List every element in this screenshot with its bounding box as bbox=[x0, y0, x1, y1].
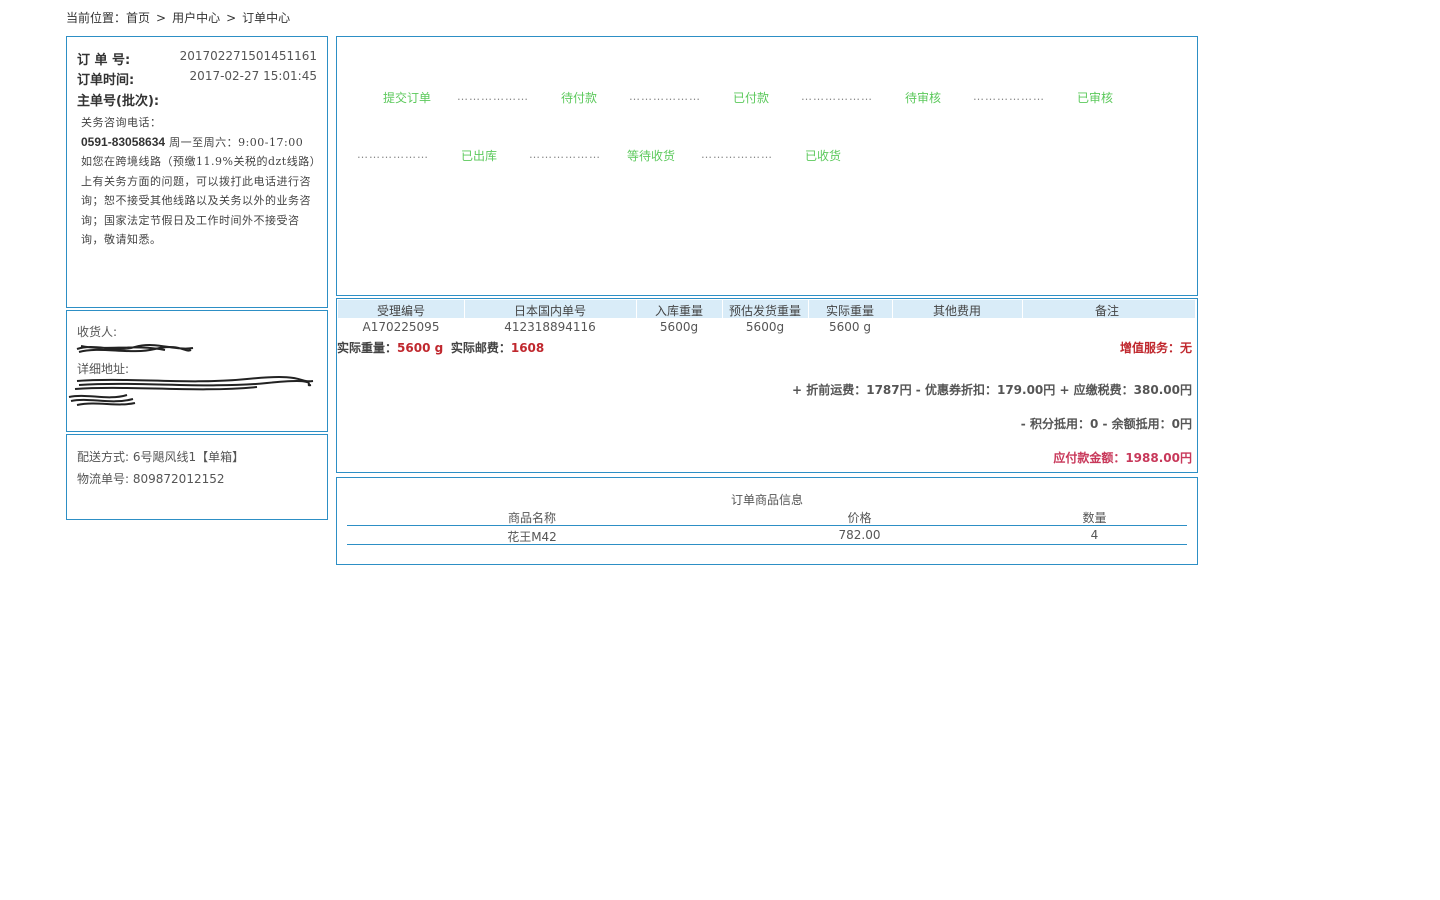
goods-cell-price: 782.00 bbox=[838, 528, 881, 542]
header-divider bbox=[464, 300, 465, 318]
goods-title: 订单商品信息 bbox=[730, 493, 803, 507]
shipping-panel: 配送方式: 6号飓风线1【单箱】 物流单号: 809872012152 bbox=[66, 434, 328, 520]
breadcrumb-home-link[interactable]: 首页 bbox=[126, 11, 150, 25]
tracking-label: 物流单号: bbox=[77, 472, 130, 486]
order-time-value: 2017-02-27 15:01:45 bbox=[189, 69, 317, 83]
actual-postage-value: 1608 bbox=[510, 341, 545, 355]
goods-cell-qty: 4 bbox=[1090, 528, 1099, 542]
step-connector: ……………… bbox=[629, 90, 701, 103]
value-added-value: 无 bbox=[1179, 341, 1192, 355]
step-connector: ……………… bbox=[701, 148, 773, 161]
col-header-acceptance-no: 受理编号 bbox=[376, 304, 425, 318]
tracking-value: 809872012152 bbox=[132, 472, 225, 486]
step-received[interactable]: 已收货 bbox=[805, 147, 841, 164]
shipping-method-label: 配送方式: bbox=[77, 450, 130, 464]
notice-hours: 周一至周六：9:00-17:00 bbox=[165, 135, 304, 149]
step-shipped-out[interactable]: 已出库 bbox=[461, 147, 497, 164]
cell-inbound-weight: 5600g bbox=[659, 320, 699, 334]
cell-jp-domestic-no: 412318894116 bbox=[504, 320, 596, 334]
order-info-panel: 订 单 号: 201702271501451161 订单时间: 2017-02-… bbox=[66, 36, 328, 308]
col-header-remarks: 备注 bbox=[1094, 304, 1119, 318]
actual-weight-value: 5600 g bbox=[397, 341, 444, 355]
breadcrumb: 当前位置：首页 > 用户中心 > 订单中心 bbox=[66, 9, 290, 26]
notice-title: 关务咨询电话： bbox=[81, 116, 162, 129]
order-time-label: 订单时间: bbox=[77, 73, 135, 88]
header-divider bbox=[722, 300, 723, 318]
actual-weight-label: 实际重量： bbox=[337, 341, 398, 355]
step-connector: ……………… bbox=[973, 90, 1045, 103]
redacted-address-scribble bbox=[68, 376, 314, 406]
step-connector: ……………… bbox=[529, 148, 601, 161]
header-divider bbox=[808, 300, 809, 318]
deduction-line: - 积分抵用：0 - 余额抵用：0円 bbox=[1020, 417, 1192, 431]
step-connector: ……………… bbox=[457, 90, 529, 103]
step-awaiting-receipt[interactable]: 等待收货 bbox=[627, 147, 675, 164]
col-header-actual-weight: 实际重量 bbox=[825, 304, 874, 318]
step-submit-order[interactable]: 提交订单 bbox=[383, 89, 431, 106]
goods-panel: 订单商品信息 商品名称 价格 数量 花王M42 782.00 4 bbox=[336, 477, 1198, 565]
breadcrumb-user-center-link[interactable]: 用户中心 bbox=[172, 11, 220, 25]
tracking-number: 物流单号: 809872012152 bbox=[77, 470, 225, 487]
package-table-header: 受理编号 日本国内单号 入库重量 预估发货重量 实际重量 其他费用 备注 bbox=[338, 300, 1195, 318]
total-value: 1988.00円 bbox=[1125, 451, 1192, 465]
redacted-name-scribble bbox=[76, 344, 194, 353]
breadcrumb-separator: > bbox=[226, 11, 237, 25]
shipping-method-value: 6号飓风线1【单箱】 bbox=[132, 450, 245, 464]
step-awaiting-payment[interactable]: 待付款 bbox=[561, 89, 597, 106]
col-header-other-fees: 其他费用 bbox=[932, 304, 981, 318]
header-divider bbox=[1022, 300, 1023, 318]
total-amount: 应付款金额：1988.00円 bbox=[1053, 449, 1192, 466]
col-header-jp-domestic-no: 日本国内单号 bbox=[513, 304, 586, 318]
recipient-panel: 收货人: 详细地址: bbox=[66, 310, 328, 432]
step-connector: ……………… bbox=[357, 148, 429, 161]
shipping-method: 配送方式: 6号飓风线1【单箱】 bbox=[77, 448, 244, 465]
goods-table-header: 商品名称 价格 数量 bbox=[347, 509, 1187, 526]
notice-phone-line: 0591-83058634 周一至周六：9:00-17:00 bbox=[81, 133, 319, 153]
notice-phone: 0591-83058634 bbox=[81, 134, 166, 149]
actual-weight-postage: 实际重量：5600 g 实际邮费：1608 bbox=[337, 339, 544, 356]
header-divider bbox=[892, 300, 893, 318]
step-pending-review[interactable]: 待审核 bbox=[905, 89, 941, 106]
goods-cell-name: 花王M42 bbox=[507, 530, 557, 544]
notice-body: 如您在跨境线路（预缴11.9%关税的dzt线路）上有关务方面的问题，可以拨打此电… bbox=[81, 155, 316, 246]
order-no-value: 201702271501451161 bbox=[179, 49, 317, 63]
col-header-inbound-weight: 入库重量 bbox=[654, 304, 703, 318]
goods-col-name: 商品名称 bbox=[507, 511, 556, 525]
breadcrumb-prefix: 当前位置： bbox=[66, 11, 127, 25]
goods-col-price: 价格 bbox=[847, 511, 872, 525]
recipient-name-label: 收货人: bbox=[77, 325, 118, 339]
order-progress-panel: 提交订单 ……………… 待付款 ……………… 已付款 ……………… 待审核 ……… bbox=[336, 36, 1198, 296]
total-label: 应付款金额： bbox=[1053, 451, 1126, 465]
value-added-label: 增值服务： bbox=[1119, 341, 1180, 355]
cell-acceptance-no: A170225095 bbox=[362, 320, 440, 334]
header-divider bbox=[636, 300, 637, 318]
cell-est-weight: 5600g bbox=[745, 320, 785, 334]
value-added-service: 增值服务：无 bbox=[1120, 339, 1192, 356]
step-paid[interactable]: 已付款 bbox=[733, 89, 769, 106]
cell-actual-weight: 5600 g bbox=[829, 320, 871, 334]
customs-notice: 关务咨询电话： 0591-83058634 周一至周六：9:00-17:00 如… bbox=[81, 113, 319, 250]
breadcrumb-order-center-link[interactable]: 订单中心 bbox=[242, 11, 290, 25]
goods-col-qty: 数量 bbox=[1082, 511, 1107, 525]
master-no-label: 主单号(批次): bbox=[77, 94, 160, 109]
actual-postage-label: 实际邮费： bbox=[450, 341, 511, 355]
breadcrumb-separator: > bbox=[156, 11, 167, 25]
goods-row: 花王M42 782.00 4 bbox=[347, 527, 1187, 545]
fee-breakdown-line: + 折前运费：1787円 - 优惠券折扣：179.00円 + 应缴税费：380.… bbox=[792, 383, 1192, 397]
order-no-label: 订 单 号: bbox=[77, 53, 131, 68]
col-header-est-weight: 预估发货重量 bbox=[728, 304, 801, 318]
step-reviewed[interactable]: 已审核 bbox=[1077, 89, 1113, 106]
step-connector: ……………… bbox=[801, 90, 873, 103]
